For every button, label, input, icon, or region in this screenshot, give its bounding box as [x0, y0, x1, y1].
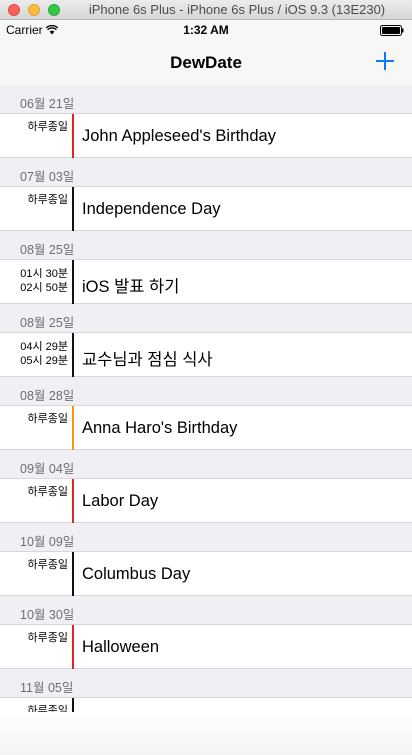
- event-row[interactable]: 하루종일 Halloween: [0, 624, 412, 669]
- section-header-date: 08월 25일: [0, 304, 412, 332]
- event-time: 하루종일: [0, 631, 68, 645]
- event-title: 교수님과 점심 식사: [82, 351, 213, 369]
- event-time: 하루종일: [0, 193, 68, 207]
- navigation-bar: DewDate: [0, 40, 412, 85]
- event-row[interactable]: 하루종일 Columbus Day: [0, 551, 412, 596]
- event-title: iOS 발표 하기: [82, 278, 180, 296]
- event-title: Independence Day: [82, 200, 221, 218]
- event-list[interactable]: 06월 21일하루종일 John Appleseed's Birthday 07월 …: [0, 85, 412, 712]
- event-title: Halloween: [82, 638, 160, 656]
- nav-title: DewDate: [170, 53, 242, 72]
- event-title: John Appleseed's Birthday: [82, 127, 276, 145]
- section-header-date: 10월 09일: [0, 523, 412, 551]
- window-title: iPhone 6s Plus - iPhone 6s Plus / iOS 9.…: [88, 2, 386, 17]
- event-time-line: 04시 29분: [20, 341, 68, 353]
- event-time: 하루종일: [0, 485, 68, 499]
- calendar-color-bar: [72, 479, 74, 523]
- event-time-line: 01시 30분: [20, 268, 68, 280]
- section-header-date: 11월 05일: [0, 669, 412, 697]
- event-title: Labor Day: [82, 492, 159, 510]
- calendar-color-bar: [72, 698, 74, 712]
- status-bar: Carrier 1:32 AM: [0, 20, 412, 40]
- event-time: 하루종일: [0, 412, 68, 426]
- event-row[interactable]: 04시 29분 05시 29분 교수님과 점심 식사: [0, 332, 412, 377]
- section-header-date: 06월 21일: [0, 85, 412, 113]
- event-row[interactable]: 하루종일 John Appleseed's Birthday: [0, 113, 412, 158]
- simulator-titlebar: iPhone 6s Plus - iPhone 6s Plus / iOS 9.…: [0, 0, 412, 20]
- calendar-color-bar: [72, 552, 74, 596]
- event-time: 하루종일: [0, 120, 68, 134]
- section-header-date: 08월 25일: [0, 231, 412, 259]
- event-title: Anna Haro's Birthday: [82, 419, 238, 437]
- event-time-line: 하루종일: [27, 413, 68, 425]
- section-header-date: 08월 28일: [0, 377, 412, 405]
- status-time: 1:32 AM: [183, 23, 229, 37]
- event-title: Columbus Day: [82, 565, 191, 583]
- calendar-color-bar: [72, 187, 74, 231]
- calendar-color-bar: [72, 333, 74, 377]
- event-time-line: 하루종일: [27, 486, 68, 498]
- event-time-line: 05시 29분: [20, 355, 68, 367]
- minimize-window-button[interactable]: [28, 4, 40, 16]
- section-header-date: 10월 30일: [0, 596, 412, 624]
- event-row[interactable]: 하루종일: [0, 697, 412, 712]
- section-header-date: 09월 04일: [0, 450, 412, 478]
- calendar-color-bar: [72, 406, 74, 450]
- event-time-line: 02시 50분: [20, 282, 68, 294]
- battery-icon: [380, 25, 404, 36]
- event-time-line: 하루종일: [27, 632, 68, 644]
- event-row[interactable]: 하루종일 Labor Day: [0, 478, 412, 523]
- calendar-color-bar: [72, 260, 74, 304]
- event-time: 01시 30분 02시 50분: [0, 267, 68, 295]
- add-event-button[interactable]: [374, 50, 396, 72]
- event-time-line: 하루종일: [27, 194, 68, 206]
- close-window-button[interactable]: [8, 4, 20, 16]
- event-time: 하루종일: [0, 558, 68, 572]
- event-row[interactable]: 하루종일 Independence Day: [0, 186, 412, 231]
- event-time-line: 하루종일: [27, 121, 68, 133]
- event-row[interactable]: 01시 30분 02시 50분 iOS 발표 하기: [0, 259, 412, 304]
- section-header-date: 07월 03일: [0, 158, 412, 186]
- event-time: 04시 29분 05시 29분: [0, 340, 68, 368]
- bottom-blur: [0, 712, 412, 755]
- calendar-color-bar: [72, 114, 74, 158]
- zoom-window-button[interactable]: [48, 4, 60, 16]
- event-row[interactable]: 하루종일 Anna Haro's Birthday: [0, 405, 412, 450]
- event-time-line: 하루종일: [27, 705, 68, 712]
- event-time-line: 하루종일: [27, 559, 68, 571]
- calendar-color-bar: [72, 625, 74, 669]
- event-time: 하루종일: [0, 704, 68, 712]
